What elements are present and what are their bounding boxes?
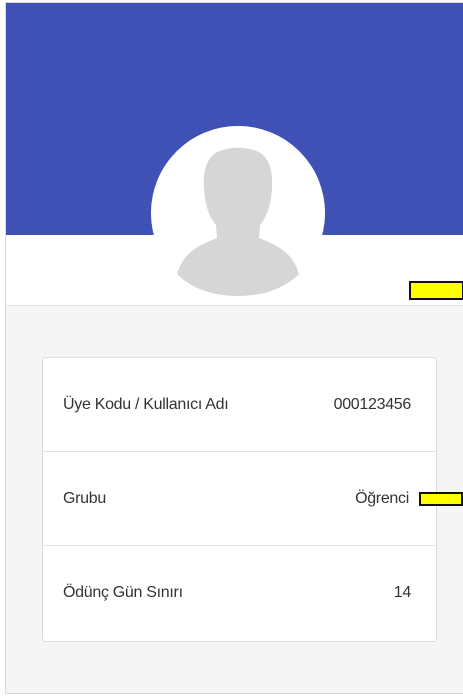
yellow-highlight-marker xyxy=(409,281,463,300)
group-row: Grubu Öğrenci xyxy=(43,452,463,546)
member-code-row: Üye Kodu / Kullanıcı Adı 000123456 xyxy=(43,358,436,452)
yellow-highlight-marker xyxy=(419,491,463,506)
member-details-table: Üye Kodu / Kullanıcı Adı 000123456 Grubu… xyxy=(42,357,463,642)
default-user-silhouette-icon xyxy=(151,126,325,300)
group-value: Öğrenci xyxy=(355,489,409,507)
group-value-container: Öğrenci xyxy=(355,489,463,508)
group-label: Grubu xyxy=(63,489,106,507)
member-code-label: Üye Kodu / Kullanıcı Adı xyxy=(63,395,229,413)
member-code-value: 000123456 xyxy=(333,395,412,413)
profile-card: Üye Kodu / Kullanıcı Adı 000123456 Grubu… xyxy=(5,2,463,694)
loan-day-limit-label: Ödünç Gün Sınırı xyxy=(63,584,183,601)
avatar xyxy=(151,126,325,300)
loan-day-limit-row: Ödünç Gün Sınırı 14 xyxy=(43,546,436,640)
loan-day-limit-value: 14 xyxy=(393,584,412,601)
